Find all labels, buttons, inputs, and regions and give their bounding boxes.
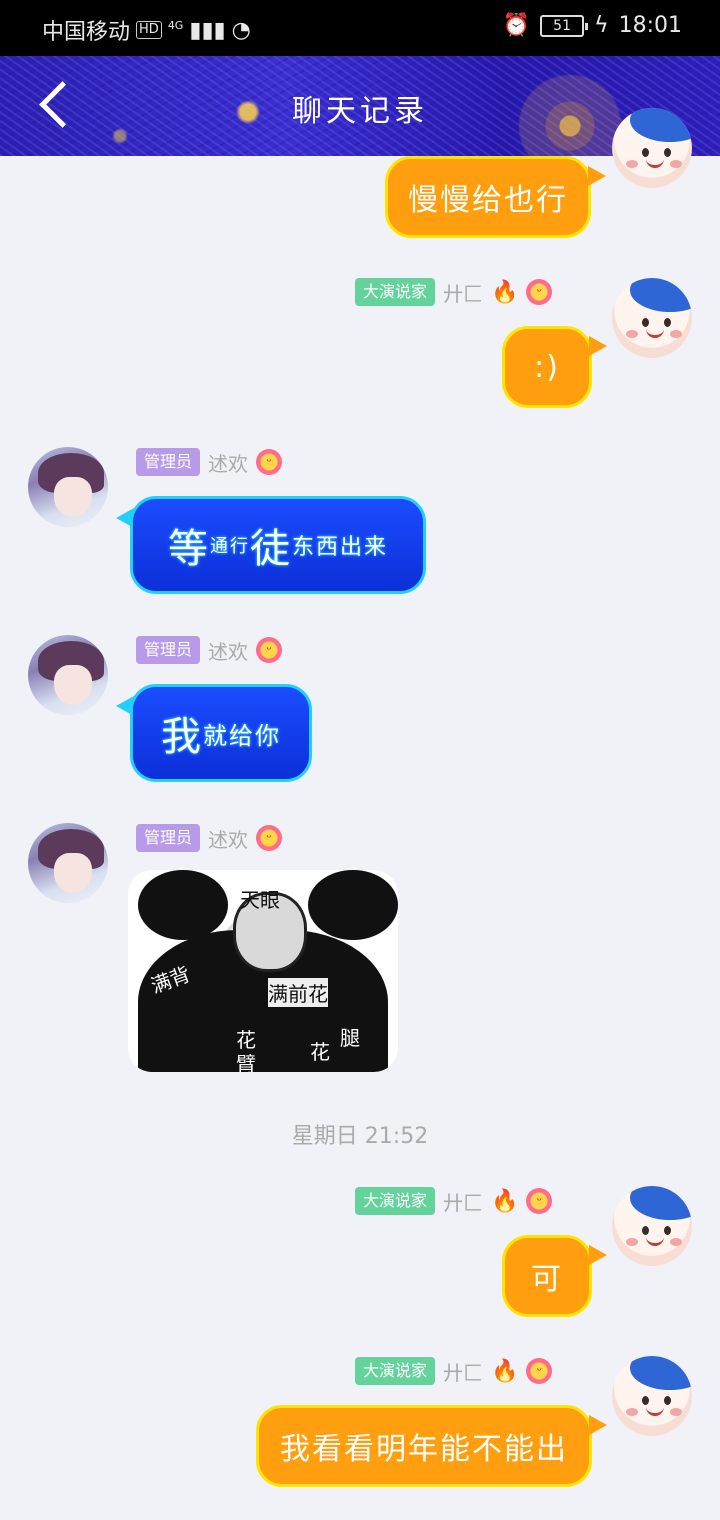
laughing-flower-icon: ᵕ (256, 637, 283, 663)
message-bubble[interactable]: 等 通行 徒 东西出来 (130, 496, 426, 594)
nickname: 廾匚 (443, 281, 484, 306)
message-text-small: 就给你 (203, 721, 281, 750)
fire-icon: 🔥 (491, 279, 519, 305)
admin-tag: 管理员 (136, 824, 201, 852)
bubble-tail (588, 166, 606, 186)
fire-icon: 🔥 (491, 1188, 519, 1214)
signal-icon: ▮▮▮ (189, 17, 226, 43)
admin-tag: 管理员 (136, 636, 201, 664)
battery-icon: 51 (540, 14, 589, 37)
message-text-small: 东西出来 (291, 535, 388, 560)
sticker-caption: 臂 (236, 1052, 256, 1072)
sticker-caption: 满前花 (268, 978, 328, 1007)
nickname: 述欢 (208, 639, 249, 664)
user-title-tag: 大演说家 (355, 278, 436, 306)
sticker-caption: 花 (310, 1040, 330, 1064)
nickname: 廾匚 (443, 1190, 484, 1215)
message-text-small: 通行 (209, 536, 250, 557)
sticker-caption: 天眼 (240, 888, 280, 912)
message-meta: 管理员 述欢 ᵕ (136, 448, 283, 476)
message-bubble[interactable]: 我 就给你 (130, 684, 312, 782)
clock: 18:01 (618, 13, 682, 38)
message-meta: 大演说家 廾匚 🔥 ᵕ (355, 278, 553, 306)
message-bubble[interactable]: 我看看明年能不能出 (256, 1405, 592, 1487)
message-meta: 管理员 述欢 ᵕ (136, 636, 283, 664)
laughing-flower-icon: ᵕ (256, 449, 283, 475)
message-text: 可 (531, 1262, 563, 1297)
status-left: 中国移动 HD 4G ▮▮▮ ◔ (42, 14, 251, 46)
charging-icon: ϟ (594, 13, 609, 38)
sticker-ear (138, 870, 228, 940)
message-text-large: 等 (167, 526, 210, 572)
page-title: 聊天记录 (292, 94, 428, 129)
message-text: :) (534, 349, 560, 385)
message-bubble[interactable]: :) (502, 326, 592, 408)
message-meta: 大演说家 廾匚 🔥 ᵕ (355, 1357, 553, 1385)
nickname: 廾匚 (443, 1360, 484, 1385)
bubble-tail (589, 1415, 607, 1435)
user-title-tag: 大演说家 (355, 1357, 436, 1385)
battery-level: 51 (553, 17, 571, 34)
message-bubble[interactable]: 可 (502, 1235, 592, 1317)
carrier-name: 中国移动 (42, 20, 131, 45)
network-type: 4G (167, 18, 184, 32)
self-avatar[interactable] (612, 278, 692, 358)
other-avatar[interactable] (28, 635, 108, 715)
self-avatar[interactable] (612, 1356, 692, 1436)
message-text: 慢慢给也行 (408, 183, 568, 218)
nickname: 述欢 (208, 451, 249, 476)
laughing-flower-icon: ᵕ (526, 1188, 553, 1214)
status-right: ⏰ 51 ϟ 18:01 (503, 13, 682, 38)
bubble-tail (589, 336, 607, 356)
message-meta: 管理员 述欢 ᵕ (136, 824, 283, 852)
wifi-icon: ◔ (231, 17, 251, 43)
user-title-tag: 大演说家 (355, 1187, 436, 1215)
laughing-flower-icon: ᵕ (526, 1358, 553, 1384)
laughing-flower-icon: ᵕ (256, 825, 283, 851)
self-avatar[interactable] (612, 1186, 692, 1266)
nickname: 述欢 (208, 827, 249, 852)
sticker-image[interactable]: 天眼 满背 满前花 花 臂 花 腿 (128, 870, 398, 1072)
message-timestamp: 星期日 21:52 (291, 1124, 429, 1149)
message-text-large: 徒 (249, 526, 292, 572)
hd-badge: HD (136, 21, 162, 39)
laughing-flower-icon: ᵕ (526, 279, 553, 305)
fire-icon: 🔥 (491, 1358, 519, 1384)
message-bubble[interactable]: 慢慢给也行 (385, 156, 591, 238)
sticker-caption: 腿 (340, 1026, 360, 1050)
admin-tag: 管理员 (136, 448, 201, 476)
alarm-icon: ⏰ (502, 13, 531, 38)
bubble-tail (589, 1245, 607, 1265)
sticker-ear (308, 870, 398, 940)
other-avatar[interactable] (28, 823, 108, 903)
message-text-large: 我 (161, 714, 203, 760)
message-meta: 大演说家 廾匚 🔥 ᵕ (355, 1187, 553, 1215)
other-avatar[interactable] (28, 447, 108, 527)
status-bar: 中国移动 HD 4G ▮▮▮ ◔ ⏰ 51 ϟ 18:01 (0, 0, 720, 56)
self-avatar[interactable] (612, 108, 692, 188)
message-text: 我看看明年能不能出 (280, 1432, 568, 1467)
